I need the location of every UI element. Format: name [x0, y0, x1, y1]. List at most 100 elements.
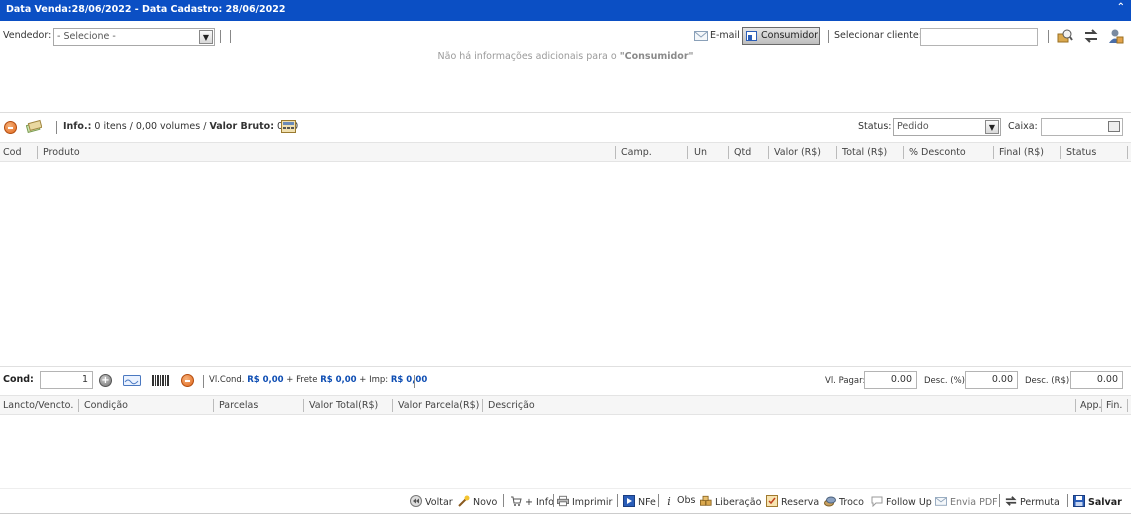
permuta-button[interactable]: Permuta — [1005, 495, 1060, 508]
col-total[interactable]: Total (R$) — [842, 147, 887, 158]
column-separator — [993, 146, 994, 159]
col-un[interactable]: Un — [694, 147, 707, 158]
col-fin[interactable]: Fin. — [1106, 400, 1122, 411]
reserva-button[interactable]: Reserva — [766, 495, 819, 508]
barcode-icon[interactable] — [152, 375, 170, 389]
payment-condition-bar: Cond: 1 + Vl.Cond. R$ 0,00 + Frete R$ 0,… — [0, 366, 1131, 394]
column-separator — [728, 146, 729, 159]
add-condition-icon[interactable]: + — [99, 374, 112, 387]
column-separator — [1075, 399, 1076, 412]
imprimir-button[interactable]: Imprimir — [557, 495, 612, 508]
additional-info-name: "Consumidor" — [619, 51, 694, 62]
follow-up-button[interactable]: Follow Up — [871, 495, 932, 508]
nfe-label: NFe — [638, 497, 656, 508]
voltar-button[interactable]: Voltar — [410, 495, 453, 508]
voltar-label: Voltar — [425, 497, 453, 508]
col-valor-total[interactable]: Valor Total(R$) — [309, 400, 378, 411]
vl-pagar-input[interactable]: 0.00 — [864, 371, 917, 389]
cond-label: Cond: — [3, 374, 34, 385]
envelope-icon — [935, 497, 947, 506]
boxes-icon — [700, 495, 712, 506]
nfe-document-icon — [623, 495, 635, 507]
desc-rs-input[interactable]: 0.00 — [1070, 371, 1123, 389]
col-lancto[interactable]: Lancto/Vencto. — [3, 400, 73, 411]
col-final[interactable]: Final (R$) — [999, 147, 1044, 158]
consumer-button-label: Consumidor — [761, 30, 819, 41]
action-footer: Voltar Novo + Info Imprimir NFe i Obs Lib… — [0, 488, 1131, 512]
payments-grid-header: Lancto/Vencto. Condição Parcelas Valor T… — [0, 395, 1131, 415]
desc-pct-input[interactable]: 0.00 — [965, 371, 1018, 389]
selecionar-cliente-label: Selecionar cliente: — [834, 30, 922, 41]
consumer-button[interactable]: Consumidor — [742, 27, 820, 45]
col-camp[interactable]: Camp. — [621, 147, 652, 158]
payments-grid-body[interactable] — [0, 415, 1131, 487]
vendedor-select-value: - Selecione - — [57, 31, 116, 42]
desc-rs-label: Desc. (R$): — [1025, 376, 1073, 386]
col-qtd[interactable]: Qtd — [734, 147, 751, 158]
divider — [414, 375, 415, 388]
info-button[interactable]: + Info — [510, 495, 554, 508]
column-separator — [392, 399, 393, 412]
salvar-label: Salvar — [1088, 497, 1122, 508]
col-desconto[interactable]: % Desconto — [909, 147, 966, 158]
col-descricao[interactable]: Descrição — [488, 400, 535, 411]
vlcond-value: R$ 0,00 — [247, 375, 284, 385]
novo-button[interactable]: Novo — [458, 495, 497, 508]
imp-value: R$ 0,00 — [390, 375, 428, 385]
troco-label: Troco — [839, 497, 864, 508]
column-separator — [768, 146, 769, 159]
divider — [0, 112, 1131, 113]
col-cod[interactable]: Cod — [3, 147, 21, 158]
column-separator — [1127, 146, 1128, 159]
envelope-icon[interactable] — [694, 31, 708, 41]
card-icon[interactable] — [123, 375, 141, 389]
chevron-down-icon[interactable]: ▼ — [985, 120, 999, 134]
status-select[interactable]: Pedido ▼ — [893, 118, 1001, 136]
col-valor-parcela[interactable]: Valor Parcela(R$) — [398, 400, 479, 411]
divider — [617, 494, 618, 507]
remove-condition-icon[interactable] — [181, 374, 194, 387]
double-chevron-up-icon[interactable]: ⌃ — [1117, 2, 1125, 13]
col-app[interactable]: App. — [1080, 400, 1102, 411]
email-link[interactable]: E-mail — [710, 30, 740, 41]
caixa-label: Caixa: — [1008, 121, 1038, 132]
calculator-icon[interactable] — [281, 120, 296, 136]
money-icon[interactable] — [25, 119, 43, 136]
col-condicao[interactable]: Condição — [84, 400, 128, 411]
nfe-button[interactable]: NFe — [623, 495, 656, 508]
column-separator — [687, 146, 688, 159]
divider — [220, 30, 221, 43]
column-separator — [78, 399, 79, 412]
rewind-icon — [410, 495, 422, 507]
vendedor-label: Vendedor: — [3, 30, 52, 41]
vendedor-select[interactable]: - Selecione - ▼ — [53, 28, 215, 46]
salvar-button[interactable]: Salvar — [1073, 495, 1122, 508]
liberacao-button[interactable]: Liberação — [700, 495, 761, 508]
items-grid-body[interactable] — [0, 162, 1131, 365]
divider — [1048, 30, 1049, 43]
calendar-icon[interactable] — [1108, 121, 1120, 132]
envia-pdf-button[interactable]: Envia PDF — [935, 495, 998, 508]
col-status[interactable]: Status — [1066, 147, 1096, 158]
col-produto[interactable]: Produto — [43, 147, 80, 158]
remove-item-icon[interactable] — [4, 121, 17, 134]
swap-client-icon[interactable] — [1083, 28, 1099, 44]
col-parcelas[interactable]: Parcelas — [219, 400, 258, 411]
items-grid-header: Cod Produto Camp. Un Qtd Valor (R$) Tota… — [0, 142, 1131, 162]
obs-button[interactable]: i Obs — [664, 495, 695, 508]
user-details-icon[interactable] — [1108, 28, 1124, 44]
window-icon — [746, 31, 757, 41]
vl-pagar-label: Vl. Pagar: — [825, 376, 866, 386]
imprimir-label: Imprimir — [572, 497, 613, 508]
reserva-label: Reserva — [781, 497, 820, 508]
divider — [56, 121, 57, 134]
selecionar-cliente-input[interactable] — [920, 28, 1038, 46]
divider — [999, 494, 1000, 507]
wand-icon — [458, 495, 470, 507]
follow-up-label: Follow Up — [886, 497, 932, 508]
col-valor[interactable]: Valor (R$) — [774, 147, 821, 158]
search-client-icon[interactable] — [1057, 28, 1073, 44]
cond-input[interactable]: 1 — [40, 371, 93, 389]
troco-button[interactable]: Troco — [824, 495, 864, 508]
chevron-down-icon[interactable]: ▼ — [199, 30, 213, 44]
